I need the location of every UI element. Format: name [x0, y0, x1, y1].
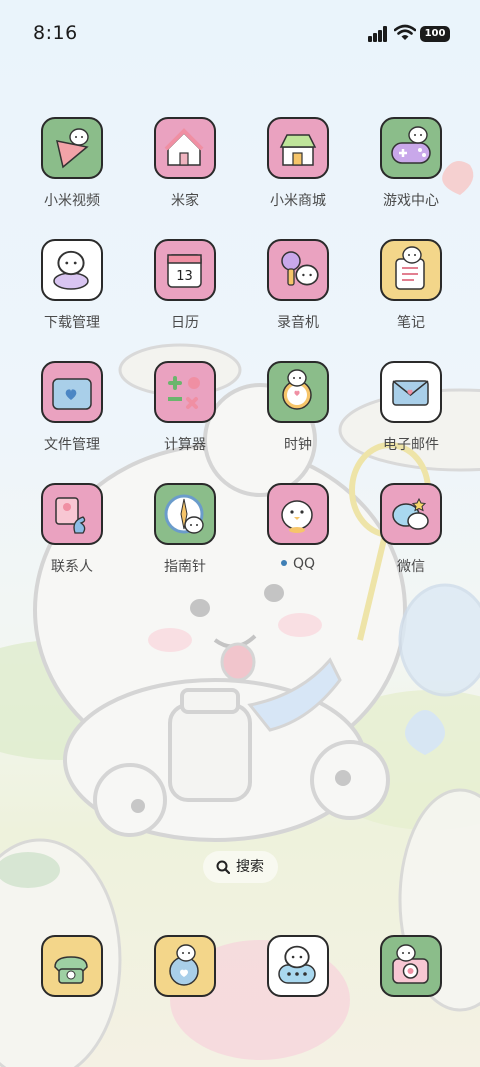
app-label: 下载管理: [44, 315, 100, 331]
app-download[interactable]: 下载管理: [16, 234, 128, 344]
contacts-icon: [41, 483, 103, 545]
app-label: 计算器: [164, 437, 206, 453]
gamepad-icon: [380, 117, 442, 179]
app-label: 小米视频: [44, 193, 100, 209]
notification-dot: [280, 560, 287, 566]
phone-icon: [41, 935, 103, 997]
messages-icon: [267, 935, 329, 997]
app-label: 录音机: [277, 315, 319, 331]
search-icon: [216, 860, 230, 874]
app-label: 笔记: [397, 315, 425, 331]
app-folder[interactable]: 文件管理: [16, 356, 128, 466]
app-gamepad[interactable]: 游戏中心: [355, 112, 467, 222]
browser-icon: [154, 935, 216, 997]
dock-app-camera[interactable]: [355, 930, 467, 1040]
app-store[interactable]: 小米商城: [242, 112, 354, 222]
app-microphone[interactable]: 录音机: [242, 234, 354, 344]
cellular-signal-icon: [368, 26, 389, 42]
app-label: 小米商城: [270, 193, 326, 209]
app-clock[interactable]: 时钟: [242, 356, 354, 466]
status-time: 8:16: [33, 22, 78, 44]
svg-text:13: 13: [176, 269, 193, 284]
app-mail[interactable]: 电子邮件: [355, 356, 467, 466]
battery-indicator: 100: [420, 26, 450, 42]
app-home[interactable]: 米家: [129, 112, 241, 222]
qq-icon: [267, 483, 329, 545]
app-compass[interactable]: 指南针: [129, 478, 241, 588]
app-notes[interactable]: 笔记: [355, 234, 467, 344]
app-label: 电子邮件: [383, 437, 439, 453]
mail-icon: [380, 361, 442, 423]
wechat-icon: [380, 483, 442, 545]
app-label: 微信: [397, 559, 425, 575]
app-label: 时钟: [284, 437, 312, 453]
app-contacts[interactable]: 联系人: [16, 478, 128, 588]
dock: [0, 930, 480, 1000]
search-label: 搜索: [236, 859, 264, 875]
app-qq[interactable]: QQ: [242, 478, 354, 588]
app-label: 联系人: [51, 559, 93, 575]
search-button[interactable]: 搜索: [203, 851, 278, 883]
home-icon: [154, 117, 216, 179]
wifi-icon: [393, 24, 417, 42]
store-icon: [267, 117, 329, 179]
dock-app-phone[interactable]: [16, 930, 128, 1040]
dock-app-messages[interactable]: [242, 930, 354, 1040]
app-calendar[interactable]: 13 日历: [129, 234, 241, 344]
app-label: 文件管理: [44, 437, 100, 453]
app-video[interactable]: 小米视频: [16, 112, 128, 222]
video-icon: [41, 117, 103, 179]
calculator-icon: [154, 361, 216, 423]
notes-icon: [380, 239, 442, 301]
app-wechat[interactable]: 微信: [355, 478, 467, 588]
status-bar: 8:16 100: [0, 0, 480, 68]
app-label: 日历: [171, 315, 199, 331]
calendar-icon: 13: [154, 239, 216, 301]
microphone-icon: [267, 239, 329, 301]
camera-icon: [380, 935, 442, 997]
app-label: 指南针: [164, 559, 206, 575]
compass-icon: [154, 483, 216, 545]
app-calculator[interactable]: 计算器: [129, 356, 241, 466]
app-label: 游戏中心: [383, 193, 439, 209]
app-label: QQ: [242, 556, 354, 572]
download-icon: [41, 239, 103, 301]
folder-icon: [41, 361, 103, 423]
clock-icon: [267, 361, 329, 423]
app-label: 米家: [171, 193, 199, 209]
dock-app-browser[interactable]: [129, 930, 241, 1040]
